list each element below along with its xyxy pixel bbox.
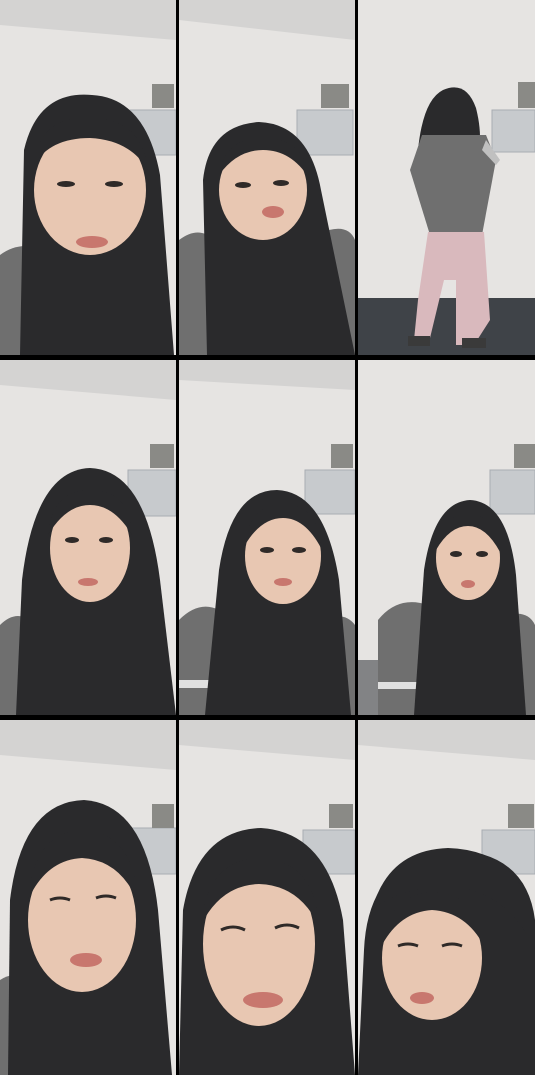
photo-frame-7 (0, 720, 176, 1075)
photo-grid (0, 0, 535, 1075)
photo-frame-9 (358, 720, 535, 1075)
person-icon (358, 848, 535, 1075)
photo-frame-8 (179, 720, 355, 1075)
photo-frame-6 (358, 360, 535, 715)
photo-frame-1 (0, 0, 176, 355)
photo-frame-3 (358, 0, 535, 355)
photo-frame-2 (179, 0, 355, 355)
photo-frame-4 (0, 360, 176, 715)
photo-frame-5 (179, 360, 355, 715)
